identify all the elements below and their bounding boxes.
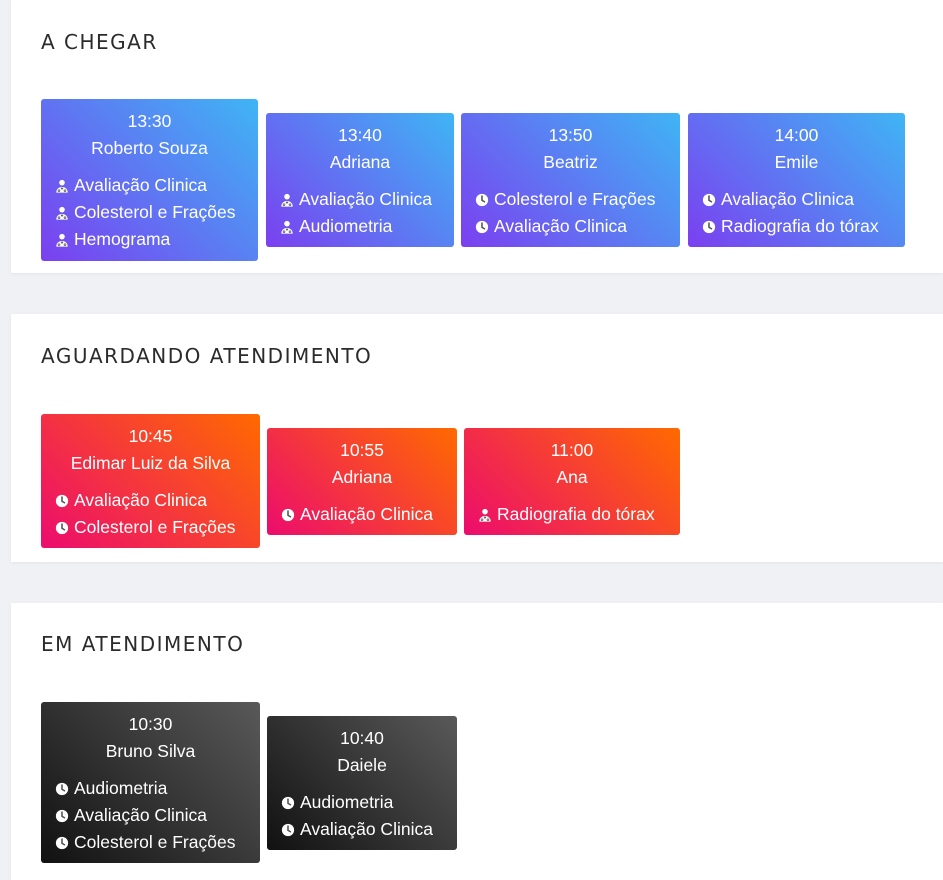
clock-icon bbox=[281, 823, 295, 837]
appointment-time: 14:00 bbox=[774, 125, 819, 145]
exam-list: Avaliação Clinica Audiometria bbox=[280, 186, 446, 240]
appointment-time: 10:40 bbox=[340, 728, 384, 748]
patient-name: Daiele bbox=[337, 755, 387, 775]
exam-item: Radiografia do tórax bbox=[702, 213, 897, 240]
exam-label: Hemograma bbox=[74, 229, 171, 249]
exam-list: Radiografia do tórax bbox=[478, 501, 672, 528]
exam-item: Avaliação Clinica bbox=[702, 186, 897, 213]
exam-label: Audiometria bbox=[300, 792, 394, 812]
exam-list: Colesterol e Frações Avaliação Clinica bbox=[475, 186, 672, 240]
clock-icon bbox=[702, 193, 716, 207]
exam-label: Colesterol e Frações bbox=[74, 202, 236, 222]
appointment-time: 13:40 bbox=[338, 125, 382, 145]
patient-card[interactable]: 13:40 Adriana Avaliação Clinica Audiomet… bbox=[266, 113, 454, 247]
clock-icon bbox=[55, 494, 69, 508]
exam-item: Avaliação Clinica bbox=[281, 501, 449, 528]
patient-card[interactable]: 10:55 Adriana Avaliação Clinica bbox=[267, 428, 457, 535]
exam-item: Avaliação Clinica bbox=[55, 802, 252, 829]
exam-list: Avaliação Clinica Radiografia do tórax bbox=[702, 186, 897, 240]
patient-card[interactable]: 13:30 Roberto Souza Avaliação Clinica Co… bbox=[41, 99, 258, 261]
appointment-time: 11:00 bbox=[550, 440, 594, 460]
exam-list: Avaliação Clinica Colesterol e Frações bbox=[55, 487, 252, 541]
patient-card[interactable]: 10:45 Edimar Luiz da Silva Avaliação Cli… bbox=[41, 414, 260, 548]
user-md-icon bbox=[478, 508, 492, 522]
exam-item: Avaliação Clinica bbox=[280, 186, 446, 213]
section-title: A CHEGAR bbox=[41, 30, 158, 54]
user-md-icon bbox=[280, 193, 294, 207]
exam-list: Avaliação Clinica Colesterol e Frações H… bbox=[55, 172, 250, 253]
exam-item: Colesterol e Frações bbox=[55, 199, 250, 226]
exam-item: Radiografia do tórax bbox=[478, 501, 672, 528]
exam-item: Audiometria bbox=[55, 775, 252, 802]
clock-icon bbox=[702, 220, 716, 234]
exam-label: Colesterol e Frações bbox=[494, 189, 656, 209]
patient-name: Adriana bbox=[331, 467, 393, 487]
patient-name: Emile bbox=[774, 152, 819, 172]
exam-list: Audiometria Avaliação Clinica Colesterol… bbox=[55, 775, 252, 856]
exam-item: Audiometria bbox=[280, 213, 446, 240]
patient-name: Beatriz bbox=[543, 152, 598, 172]
clock-icon bbox=[281, 508, 295, 522]
exam-label: Avaliação Clinica bbox=[74, 805, 207, 825]
exam-item: Colesterol e Frações bbox=[475, 186, 672, 213]
exam-item: Avaliação Clinica bbox=[475, 213, 672, 240]
appointment-time: 10:30 bbox=[128, 714, 173, 734]
patient-name: Edimar Luiz da Silva bbox=[70, 453, 231, 473]
clock-icon bbox=[475, 220, 489, 234]
exam-item: Avaliação Clinica bbox=[55, 172, 250, 199]
exam-label: Avaliação Clinica bbox=[300, 504, 433, 524]
appointment-time: 10:55 bbox=[340, 440, 384, 460]
patient-name: Roberto Souza bbox=[91, 138, 208, 158]
appointment-time: 13:30 bbox=[127, 111, 172, 131]
patient-name: Bruno Silva bbox=[105, 741, 196, 761]
exam-label: Avaliação Clinica bbox=[494, 216, 627, 236]
clock-icon bbox=[475, 193, 489, 207]
clock-icon bbox=[55, 836, 69, 850]
exam-label: Colesterol e Frações bbox=[74, 832, 236, 852]
section-title: EM ATENDIMENTO bbox=[41, 632, 245, 656]
exam-label: Avaliação Clinica bbox=[299, 189, 432, 209]
patient-card[interactable]: 13:50 Beatriz Colesterol e Frações Avali… bbox=[461, 113, 680, 247]
section-aguardando-atendimento: AGUARDANDO ATENDIMENTO 10:45 Edimar Luiz… bbox=[11, 314, 943, 562]
patient-name: Adriana bbox=[329, 152, 391, 172]
exam-item: Colesterol e Frações bbox=[55, 829, 252, 856]
exam-label: Avaliação Clinica bbox=[74, 175, 207, 195]
patient-name: Ana bbox=[556, 467, 588, 487]
user-md-icon bbox=[280, 220, 294, 234]
exam-item: Audiometria bbox=[281, 789, 449, 816]
appointment-time: 13:50 bbox=[548, 125, 593, 145]
appointment-time: 10:45 bbox=[128, 426, 173, 446]
patient-card[interactable]: 10:40 Daiele Audiometria Avaliação Clini… bbox=[267, 716, 457, 850]
exam-label: Colesterol e Frações bbox=[74, 517, 236, 537]
clock-icon bbox=[55, 782, 69, 796]
exam-label: Radiografia do tórax bbox=[721, 216, 879, 236]
exam-list: Audiometria Avaliação Clinica bbox=[281, 789, 449, 843]
exam-item: Colesterol e Frações bbox=[55, 514, 252, 541]
user-md-icon bbox=[55, 233, 69, 247]
exam-item: Avaliação Clinica bbox=[281, 816, 449, 843]
exam-label: Avaliação Clinica bbox=[74, 490, 207, 510]
exam-label: Avaliação Clinica bbox=[721, 189, 854, 209]
section-title: AGUARDANDO ATENDIMENTO bbox=[41, 344, 373, 368]
exam-label: Audiometria bbox=[74, 778, 168, 798]
section-a-chegar: A CHEGAR 13:30 Roberto Souza Avaliação C… bbox=[11, 0, 943, 273]
clock-icon bbox=[55, 809, 69, 823]
exam-label: Avaliação Clinica bbox=[300, 819, 433, 839]
clock-icon bbox=[281, 796, 295, 810]
exam-item: Hemograma bbox=[55, 226, 250, 253]
exam-item: Avaliação Clinica bbox=[55, 487, 252, 514]
clock-icon bbox=[55, 521, 69, 535]
exam-list: Avaliação Clinica bbox=[281, 501, 449, 528]
patient-card[interactable]: 10:30 Bruno Silva Audiometria Avaliação … bbox=[41, 702, 260, 863]
exam-label: Radiografia do tórax bbox=[497, 504, 655, 524]
section-em-atendimento: EM ATENDIMENTO 10:30 Bruno Silva Audiome… bbox=[11, 603, 943, 880]
user-md-icon bbox=[55, 206, 69, 220]
exam-label: Audiometria bbox=[299, 216, 393, 236]
patient-card[interactable]: 14:00 Emile Avaliação Clinica Radiografi… bbox=[688, 113, 905, 247]
user-md-icon bbox=[55, 179, 69, 193]
patient-card[interactable]: 11:00 Ana Radiografia do tórax bbox=[464, 428, 680, 535]
